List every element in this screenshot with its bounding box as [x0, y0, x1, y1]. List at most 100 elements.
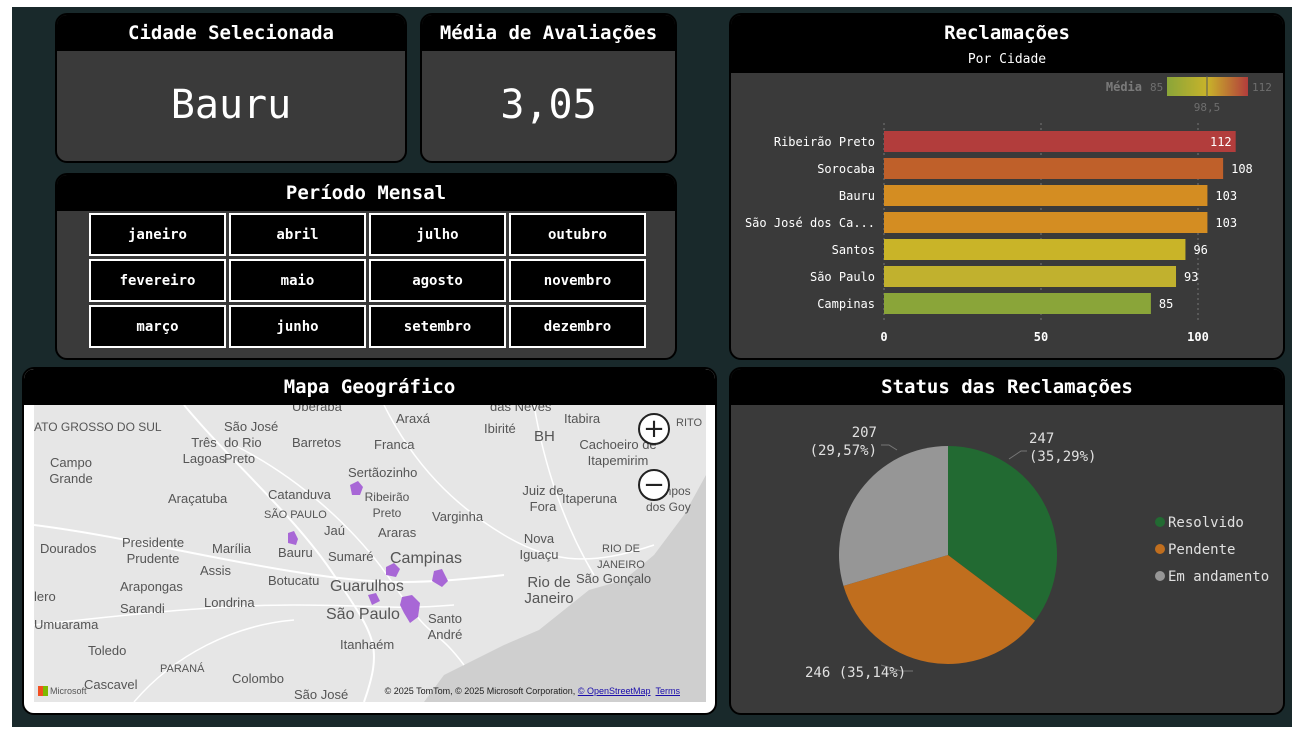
bar[interactable]: [884, 293, 1151, 314]
month-button[interactable]: junho: [229, 305, 366, 348]
osm-link[interactable]: © OpenStreetMap: [578, 686, 651, 696]
x-tick-label: 0: [880, 330, 887, 344]
map-place-label: Londrina: [204, 595, 255, 610]
category-label: São José dos Ca...: [745, 216, 875, 230]
map-place-label: Arapongas: [120, 579, 183, 594]
map-place-label: ATO GROSSO DO SUL: [34, 420, 162, 434]
bar-value-label: 85: [1159, 297, 1173, 311]
map-place-label: Dourados: [40, 541, 97, 556]
map-title: Mapa Geográfico: [24, 369, 715, 405]
pie-data-label: (29,57%): [810, 443, 877, 459]
selected-city-value: Bauru: [170, 82, 292, 128]
bar-value-label: 112: [1210, 135, 1232, 149]
map-place-label: São José do Rio Preto: [224, 419, 279, 466]
map-place-label: Presidente Prudente: [122, 535, 185, 566]
map-place-label: São Gonçalo: [576, 571, 652, 586]
zoom-out-button[interactable]: −: [638, 469, 670, 501]
map-place-label: PARANÁ: [160, 663, 205, 675]
map-place-label: RIO DE JANEIRO: [597, 543, 645, 571]
pie-data-label: 247: [1029, 431, 1054, 447]
category-label: São Paulo: [810, 270, 875, 284]
legend-marker: [1155, 571, 1165, 581]
bar-value-label: 103: [1215, 189, 1237, 203]
bar-value-label: 103: [1215, 216, 1237, 230]
map-place-label: SÃO PAULO: [264, 509, 327, 521]
map-place-label: RITO: [676, 417, 703, 429]
bar[interactable]: [884, 158, 1224, 179]
map-place-label: lero: [34, 589, 56, 604]
map-place-label: Sertãozinho: [348, 465, 418, 480]
average-rating-value: 3,05: [500, 82, 597, 128]
terms-link[interactable]: Terms: [656, 686, 681, 696]
bar-value-label: 93: [1184, 270, 1198, 284]
month-button[interactable]: setembro: [369, 305, 506, 348]
map-canvas[interactable]: Uberaba Araxá das Neves Itabira RITO ATO GROS…: [34, 405, 706, 702]
map-place-label: Ibirité: [484, 421, 516, 436]
x-tick-label: 100: [1187, 330, 1209, 344]
bar[interactable]: [884, 212, 1208, 233]
month-button[interactable]: maio: [229, 259, 366, 302]
complaints-card: Reclamações Por Cidade Média 85 112 98,5 0 50…: [729, 13, 1285, 360]
map-place-label: Varginha: [432, 509, 484, 524]
map-place-label: Sarandi: [120, 601, 165, 616]
map-place-label: Jaú: [324, 523, 345, 538]
legend-item-label[interactable]: Resolvido: [1168, 515, 1244, 531]
month-grid: janeiro abril julho outubro fevereiro maio ago…: [89, 213, 646, 348]
map-place-label: Nova Iguaçu: [519, 531, 559, 562]
map-place-label: Marília: [212, 541, 252, 556]
map-attribution: © 2025 TomTom, © 2025 Microsoft Corporat…: [385, 686, 680, 696]
selected-city-title: Cidade Selecionada: [57, 15, 405, 51]
month-button[interactable]: julho: [369, 213, 506, 256]
map-place-label: Colombo: [232, 671, 285, 686]
month-button[interactable]: dezembro: [509, 305, 646, 348]
average-rating-title: Média de Avaliações: [422, 15, 675, 51]
attribution-text: © 2025 TomTom, © 2025 Microsoft Corporat…: [384, 686, 576, 696]
period-slicer-card: Período Mensal janeiro abril julho outubro f…: [55, 173, 677, 360]
pie-data-label: (35,29%): [1029, 449, 1096, 465]
category-label: Bauru: [839, 189, 875, 203]
map-place-label: Toledo: [88, 643, 127, 658]
status-title: Status das Reclamações: [731, 369, 1283, 405]
microsoft-logo: Microsoft: [38, 686, 87, 696]
marker-bauru: [288, 531, 298, 545]
map-place-label: Uberaba: [292, 405, 342, 414]
legend-item-label[interactable]: Em andamento: [1168, 569, 1269, 585]
zoom-in-button[interactable]: +: [638, 413, 670, 445]
legend-item-label[interactable]: Pendente: [1168, 542, 1235, 558]
map-place-label: das Neves: [490, 405, 552, 414]
map-place-label: Franca: [374, 437, 415, 452]
month-button[interactable]: janeiro: [89, 213, 226, 256]
map-place-label: Assis: [200, 563, 232, 578]
bar[interactable]: [884, 266, 1177, 287]
map-place-label: Umuarama: [34, 617, 99, 632]
marker-sao-jose-dos-campos: [432, 569, 448, 587]
period-slicer-title: Período Mensal: [57, 175, 675, 211]
selected-city-card: Cidade Selecionada Bauru: [55, 13, 407, 163]
month-button[interactable]: fevereiro: [89, 259, 226, 302]
bar-value-label: 96: [1193, 243, 1207, 257]
bar[interactable]: [884, 185, 1208, 206]
bar[interactable]: [884, 131, 1236, 152]
complaints-bar-chart: Média 85 112 98,5 0 50 100 Ribeirão Preto 112 Sor…: [745, 76, 1272, 344]
map-place-label: São Paulo: [326, 606, 400, 623]
complaints-header-sub: Por Cidade: [731, 51, 1283, 73]
legend-marker: [1155, 517, 1165, 527]
month-button[interactable]: março: [89, 305, 226, 348]
x-tick-label: 50: [1034, 330, 1048, 344]
complaints-subtitle: Por Cidade: [967, 52, 1047, 67]
category-label: Santos: [832, 243, 875, 257]
map-place-label: Três Lagoas: [182, 435, 226, 466]
map-place-label: Barretos: [292, 435, 342, 450]
month-button[interactable]: agosto: [369, 259, 506, 302]
category-label: Campinas: [817, 297, 875, 311]
map-place-label: Itabira: [564, 411, 601, 426]
bar[interactable]: [884, 239, 1186, 260]
month-button[interactable]: outubro: [509, 213, 646, 256]
map-place-label: Santo André: [427, 611, 463, 642]
map-place-label: Campinas: [390, 550, 463, 567]
month-button[interactable]: abril: [229, 213, 366, 256]
pie-data-label: 207: [852, 425, 877, 441]
map-place-label: Itaperuna: [562, 491, 617, 506]
category-label: Sorocaba: [817, 162, 875, 176]
month-button[interactable]: novembro: [509, 259, 646, 302]
